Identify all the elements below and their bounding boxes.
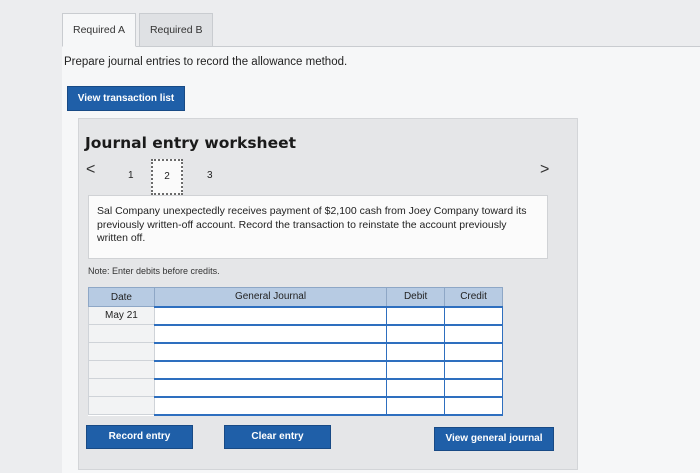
next-page-icon[interactable]: > [540, 161, 549, 179]
debit-input[interactable] [386, 323, 446, 344]
date-column-header: Date [88, 287, 155, 307]
account-input[interactable] [153, 323, 388, 344]
tab-bar: Required A Required B [62, 13, 216, 47]
general-journal-table: Date General Journal Debit Credit May 21 [88, 287, 503, 416]
entry-note: Note: Enter debits before credits. [88, 266, 220, 276]
debit-column-header: Debit [386, 287, 446, 307]
date-cell[interactable] [88, 342, 155, 361]
tab-required-b[interactable]: Required B [138, 13, 214, 47]
debit-input[interactable] [386, 341, 446, 362]
debit-input[interactable] [386, 305, 446, 326]
date-cell[interactable] [88, 360, 155, 379]
credit-column-header: Credit [444, 287, 503, 307]
page-2-current[interactable]: 2 [151, 159, 183, 195]
view-general-journal-button[interactable]: View general journal [434, 427, 554, 451]
credit-input[interactable] [444, 323, 503, 344]
credit-input[interactable] [444, 341, 503, 362]
account-input[interactable] [153, 395, 388, 416]
general-journal-column-header: General Journal [153, 287, 388, 307]
table-row [88, 359, 503, 380]
table-row [88, 395, 503, 416]
table-header-row: Date General Journal Debit Credit [88, 287, 503, 307]
credit-input[interactable] [444, 305, 503, 326]
worksheet-title: Journal entry worksheet [85, 134, 297, 152]
credit-input[interactable] [444, 377, 503, 398]
table-row [88, 341, 503, 362]
debit-input[interactable] [386, 377, 446, 398]
date-cell: May 21 [88, 306, 155, 325]
account-input[interactable] [153, 341, 388, 362]
date-cell[interactable] [88, 324, 155, 343]
credit-input[interactable] [444, 395, 503, 416]
credit-input[interactable] [444, 359, 503, 380]
table-row [88, 377, 503, 398]
transaction-description: Sal Company unexpectedly receives paymen… [88, 195, 548, 259]
account-input[interactable] [153, 359, 388, 380]
tab-required-a[interactable]: Required A [62, 13, 136, 47]
clear-entry-button[interactable]: Clear entry [224, 425, 331, 449]
page-3-link[interactable]: 3 [207, 170, 213, 181]
debit-input[interactable] [386, 359, 446, 380]
record-entry-button[interactable]: Record entry [86, 425, 193, 449]
date-cell[interactable] [88, 396, 155, 415]
debit-input[interactable] [386, 395, 446, 416]
account-input[interactable] [153, 305, 388, 326]
page-1-link[interactable]: 1 [128, 170, 134, 181]
table-row [88, 323, 503, 344]
date-cell[interactable] [88, 378, 155, 397]
previous-page-icon[interactable]: < [86, 161, 95, 179]
view-transaction-list-button[interactable]: View transaction list [67, 86, 185, 111]
account-input[interactable] [153, 377, 388, 398]
table-row: May 21 [88, 305, 503, 326]
instruction-text: Prepare journal entries to record the al… [64, 56, 348, 68]
